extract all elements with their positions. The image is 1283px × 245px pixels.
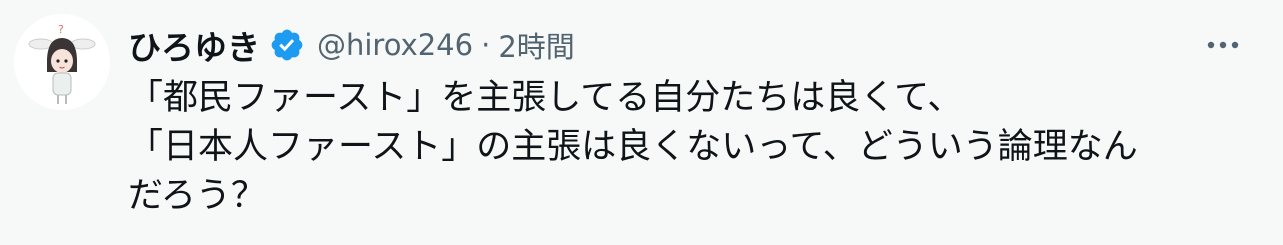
avatar-illustration-icon: ? — [14, 14, 110, 110]
tweet[interactable]: ? ひろゆき @hirox246 · 2時間 「都民ファースト」を主張してる自分… — [0, 0, 1283, 245]
display-name[interactable]: ひろゆき — [128, 21, 260, 69]
tweet-text-line: だろう？ — [128, 176, 266, 216]
separator-dot: · — [481, 28, 491, 62]
more-options-button[interactable] — [1201, 28, 1245, 62]
svg-text:?: ? — [58, 23, 64, 36]
tweet-text-line: 「都民ファースト」を主張してる自分たちは良くて、 — [128, 78, 963, 118]
tweet-text: 「都民ファースト」を主張してる自分たちは良くて、 「日本人ファースト」の主張は良… — [128, 74, 1248, 221]
timestamp[interactable]: 2時間 — [498, 24, 574, 66]
verified-badge-icon[interactable] — [269, 27, 305, 63]
tweet-text-line: 「日本人ファースト」の主張は良くないって、どういう論理なん — [128, 127, 1138, 167]
more-options-icon — [1207, 41, 1239, 49]
tweet-header: ひろゆき @hirox246 · 2時間 — [128, 22, 575, 68]
author-handle[interactable]: @hirox246 — [317, 28, 473, 62]
avatar[interactable]: ? — [14, 14, 110, 110]
